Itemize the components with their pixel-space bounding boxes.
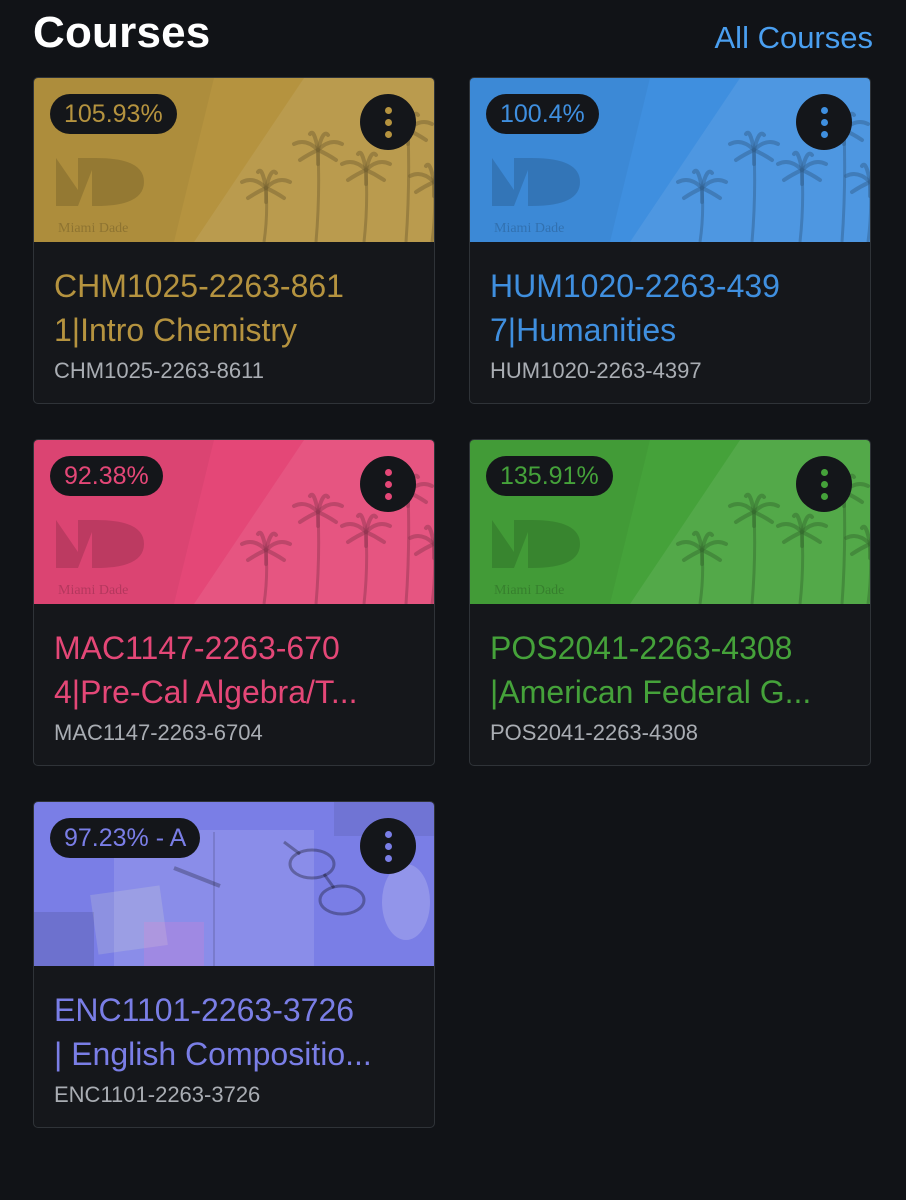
course-title-line: 1|Intro Chemistry [54, 312, 298, 348]
course-title-link[interactable]: POS2041-2263-4308 |American Federal G... [490, 626, 852, 714]
course-options-button[interactable] [360, 818, 416, 874]
grade-badge: 92.38% [50, 456, 163, 496]
college-logo-text: Miami Dade [494, 583, 564, 598]
course-title-line: 7|Humanities [490, 312, 677, 348]
course-title-link[interactable]: MAC1147-2263-670 4|Pre-Cal Algebra/T... [54, 626, 416, 714]
all-courses-link[interactable]: All Courses [715, 20, 874, 56]
course-title-link[interactable]: HUM1020-2263-439 7|Humanities [490, 264, 852, 352]
courses-header: Courses All Courses [33, 0, 873, 70]
course-title-link[interactable]: CHM1025-2263-861 1|Intro Chemistry [54, 264, 416, 352]
course-title-link[interactable]: ENC1101-2263-3726 | English Compositio... [54, 988, 416, 1076]
grade-badge: 97.23% - A [50, 818, 201, 858]
course-title-line: MAC1147-2263-670 [54, 630, 340, 666]
course-card-image[interactable]: Miami Dade 105.93% [34, 78, 434, 242]
course-title-line: HUM1020-2263-439 [490, 268, 780, 304]
course-title-line: CHM1025-2263-861 [54, 268, 344, 304]
course-code: POS2041-2263-4308 [490, 720, 698, 745]
course-card[interactable]: Miami Dade 92.38% MAC1147-2263-670 4|Pre-Ca… [33, 439, 435, 766]
course-options-button[interactable] [360, 94, 416, 150]
course-card[interactable]: Miami Dade 105.93% CHM1025-2263-861 1|Intro… [33, 77, 435, 404]
college-logo-text: Miami Dade [494, 221, 564, 236]
course-title-line: POS2041-2263-4308 [490, 630, 793, 666]
course-card-image[interactable]: Miami Dade 92.38% [34, 440, 434, 604]
college-logo-text: Miami Dade [58, 221, 128, 236]
grade-badge: 105.93% [50, 94, 177, 134]
course-card-image[interactable]: Miami Dade 100.4% [470, 78, 870, 242]
course-card[interactable]: Miami Dade 135.91% POS2041-2263-4308 |Ameri… [469, 439, 871, 766]
course-title-line: ENC1101-2263-3726 [54, 992, 355, 1028]
course-title-line: 4|Pre-Cal Algebra/T... [54, 674, 358, 710]
course-options-button[interactable] [796, 456, 852, 512]
course-title-line: |American Federal G... [490, 674, 812, 710]
course-options-button[interactable] [360, 456, 416, 512]
course-code: CHM1025-2263-8611 [54, 358, 264, 383]
course-card[interactable]: 97.23% - A ENC1101-2263-3726 | English Com… [33, 801, 435, 1128]
course-card-image[interactable]: 97.23% - A [34, 802, 434, 966]
course-card[interactable]: Miami Dade 100.4% HUM1020-2263-439 7|Humani… [469, 77, 871, 404]
course-card-image[interactable]: Miami Dade 135.91% [470, 440, 870, 604]
course-title-line: | English Compositio... [54, 1036, 372, 1072]
grade-badge: 135.91% [486, 456, 613, 496]
course-code: MAC1147-2263-6704 [54, 720, 263, 745]
page-title: Courses [33, 8, 211, 57]
courses-page: Courses All Courses Miami Dade 105.93% CHM… [0, 0, 906, 1200]
course-code: ENC1101-2263-3726 [54, 1082, 261, 1107]
course-options-button[interactable] [796, 94, 852, 150]
college-logo-text: Miami Dade [58, 583, 128, 598]
course-code: HUM1020-2263-4397 [490, 358, 702, 383]
grade-badge: 100.4% [486, 94, 599, 134]
